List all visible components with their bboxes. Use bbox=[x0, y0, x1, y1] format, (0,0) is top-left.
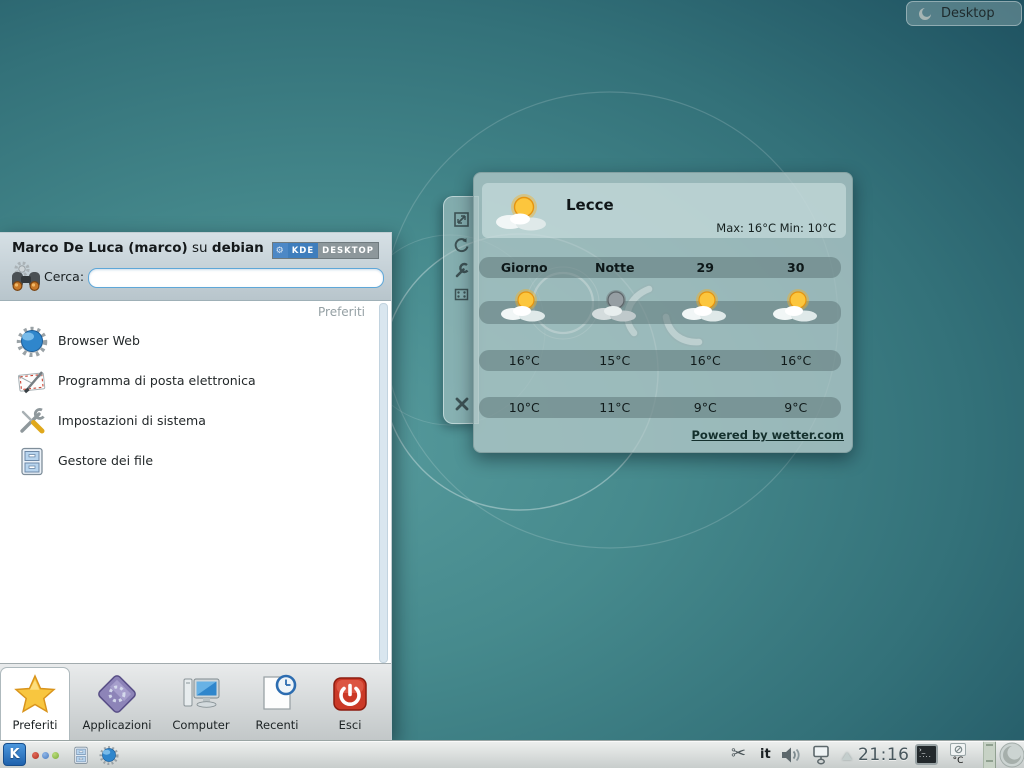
kde-gear-icon: ⚙ bbox=[273, 243, 288, 258]
weather-icon-sun-cloud bbox=[772, 287, 820, 324]
computer-icon bbox=[179, 672, 223, 716]
menu-item-label: Browser Web bbox=[58, 321, 140, 361]
weather-unit-icon bbox=[950, 743, 966, 756]
menu-item-file-manager[interactable]: Gestore dei file bbox=[0, 441, 378, 481]
mail-pen-icon bbox=[16, 365, 48, 397]
file-manager-launcher-icon[interactable] bbox=[71, 745, 91, 765]
weather-col-label: Notte bbox=[570, 260, 661, 275]
weather-widget: Lecce Max: 16°C Min: 10°C Giorno Notte 2… bbox=[473, 172, 853, 453]
night-temp: 10°C bbox=[479, 400, 570, 415]
weather-column-headers: Giorno Notte 29 30 bbox=[479, 257, 841, 278]
weather-col-label: 30 bbox=[751, 260, 842, 275]
weather-tray-widget[interactable]: °C bbox=[946, 743, 970, 766]
star-icon bbox=[13, 672, 57, 716]
tab-esci[interactable]: Esci bbox=[318, 668, 382, 742]
tab-preferiti[interactable]: Preferiti bbox=[0, 667, 70, 742]
menu-item-browser-web[interactable]: Browser Web bbox=[0, 321, 378, 361]
tab-label: Computer bbox=[163, 718, 239, 732]
taskbar-panel: K ✂ it 21:16 ›_···· bbox=[0, 740, 1024, 768]
kickoff-user-title: Marco De Luca (marco) su debian bbox=[12, 240, 264, 256]
panel-strip-widget[interactable] bbox=[983, 741, 996, 768]
network-monitor-icon[interactable] bbox=[810, 745, 832, 765]
red-dot-icon[interactable] bbox=[32, 752, 39, 759]
day-temp: 16°C bbox=[751, 353, 842, 368]
weather-icon-sun-cloud bbox=[681, 287, 729, 324]
applications-diamond-icon bbox=[95, 672, 139, 716]
close-icon[interactable] bbox=[453, 395, 471, 413]
configure-wrench-icon[interactable] bbox=[453, 262, 470, 279]
host-name: debian bbox=[212, 240, 264, 256]
day-temp: 16°C bbox=[479, 353, 570, 368]
rotate-icon[interactable] bbox=[453, 237, 470, 254]
weather-header-panel: Lecce Max: 16°C Min: 10°C bbox=[482, 183, 846, 238]
search-input[interactable] bbox=[88, 268, 384, 288]
recent-document-clock-icon bbox=[255, 672, 299, 716]
weather-icon-sun-cloud bbox=[500, 287, 548, 324]
desktop: Desktop bbox=[0, 0, 1024, 768]
kde-logo-icon: K bbox=[9, 748, 19, 761]
weather-icon-moon-cloud bbox=[591, 287, 639, 324]
tab-label: Recenti bbox=[242, 718, 312, 732]
badge-kde-label: KDE bbox=[288, 243, 318, 258]
day-temp: 16°C bbox=[660, 353, 751, 368]
kde-desktop-badge: ⚙ KDE DESKTOP bbox=[272, 242, 379, 259]
tab-recenti[interactable]: Recenti bbox=[242, 668, 312, 742]
tab-computer[interactable]: Computer bbox=[163, 668, 239, 742]
search-binoculars-icon bbox=[8, 259, 44, 297]
panel-cashew-icon[interactable] bbox=[999, 742, 1024, 768]
keyboard-layout-indicator[interactable]: it bbox=[760, 747, 771, 762]
menu-item-email[interactable]: Programma di posta elettronica bbox=[0, 361, 378, 401]
klipper-scissors-icon[interactable]: ✂ bbox=[731, 743, 746, 764]
weather-night-temps: 10°C 11°C 9°C 9°C bbox=[479, 397, 841, 418]
kmenu-launcher-button[interactable]: K bbox=[3, 743, 26, 766]
night-temp: 9°C bbox=[660, 400, 751, 415]
weather-credit-link[interactable]: Powered by wetter.com bbox=[691, 428, 844, 442]
user-separator: su bbox=[188, 240, 212, 256]
tab-applicazioni[interactable]: Applicazioni bbox=[74, 668, 160, 742]
desktop-toolbox-label: Desktop bbox=[941, 6, 995, 21]
kickoff-menu: Marco De Luca (marco) su debian ⚙ KDE DE… bbox=[0, 232, 392, 740]
tab-label: Esci bbox=[318, 718, 382, 732]
user-name: Marco De Luca (marco) bbox=[12, 240, 188, 256]
file-cabinet-icon bbox=[16, 445, 48, 477]
day-temp: 15°C bbox=[570, 353, 661, 368]
menu-scrollbar[interactable] bbox=[379, 303, 388, 663]
green-dot-icon[interactable] bbox=[52, 752, 59, 759]
kickoff-tabbar: Preferiti Applicazioni bbox=[0, 663, 391, 741]
blue-dot-icon[interactable] bbox=[42, 752, 49, 759]
globe-gear-icon bbox=[16, 325, 48, 357]
menu-item-label: Impostazioni di sistema bbox=[58, 401, 206, 441]
menu-item-label: Gestore dei file bbox=[58, 441, 153, 481]
weather-day-temps: 16°C 15°C 16°C 16°C bbox=[479, 350, 841, 371]
plasma-cashew-icon bbox=[917, 6, 933, 22]
search-label: Cerca: bbox=[44, 267, 84, 287]
night-temp: 11°C bbox=[570, 400, 661, 415]
weather-col-label: 29 bbox=[660, 260, 751, 275]
night-temp: 9°C bbox=[751, 400, 842, 415]
power-icon bbox=[328, 672, 372, 716]
expand-tray-icon[interactable] bbox=[842, 752, 852, 760]
menu-item-label: Programma di posta elettronica bbox=[58, 361, 256, 401]
digital-clock[interactable]: 21:16 bbox=[858, 745, 910, 765]
desktop-toolbox[interactable]: Desktop bbox=[906, 1, 1022, 26]
weather-maxmin: Max: 16°C Min: 10°C bbox=[716, 221, 836, 235]
terminal-tray-icon[interactable]: ›_···· bbox=[915, 744, 938, 765]
badge-desktop-label: DESKTOP bbox=[318, 243, 378, 258]
weather-col-label: Giorno bbox=[479, 260, 570, 275]
resize-icon[interactable] bbox=[453, 211, 470, 228]
weather-icons-row bbox=[479, 287, 841, 324]
kickoff-header: Marco De Luca (marco) su debian ⚙ KDE DE… bbox=[0, 233, 391, 301]
web-browser-launcher-icon[interactable] bbox=[99, 745, 119, 765]
volume-icon[interactable] bbox=[780, 747, 802, 763]
temp-unit-label: °C bbox=[946, 756, 970, 766]
tab-label: Preferiti bbox=[1, 718, 69, 732]
tools-icon bbox=[16, 405, 48, 437]
weather-location: Lecce bbox=[566, 196, 614, 214]
sun-cloud-icon bbox=[494, 191, 550, 233]
menu-item-system-settings[interactable]: Impostazioni di sistema bbox=[0, 401, 378, 441]
activities-grid-icon[interactable] bbox=[453, 286, 470, 303]
tab-label: Applicazioni bbox=[74, 718, 160, 732]
category-label: Preferiti bbox=[318, 305, 365, 319]
